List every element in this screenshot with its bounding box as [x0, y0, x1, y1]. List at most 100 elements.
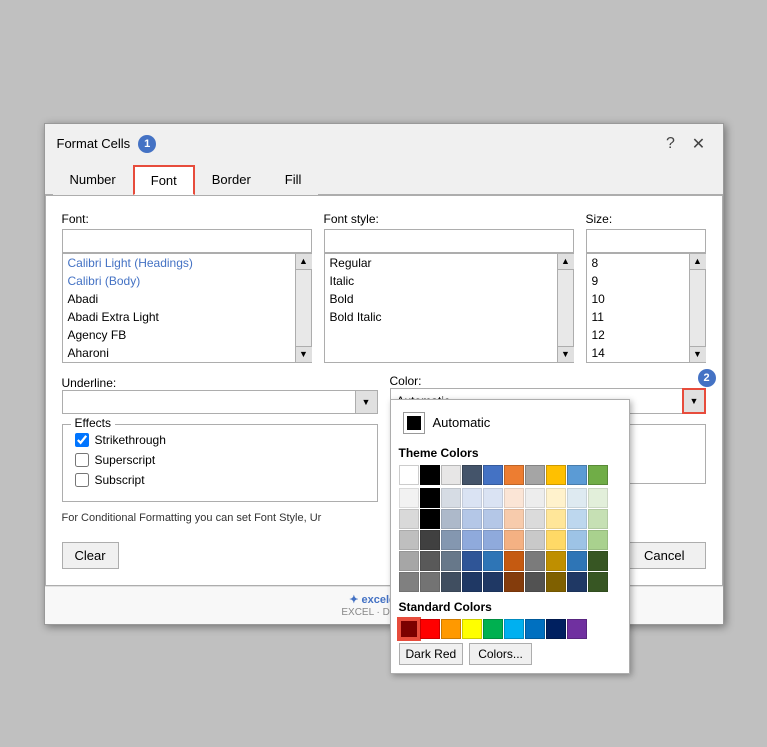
- superscript-checkbox[interactable]: [75, 453, 89, 467]
- standard-color-swatch[interactable]: [441, 619, 461, 639]
- underline-arrow-btn[interactable]: ▼: [355, 391, 377, 413]
- shade-swatch[interactable]: [504, 509, 524, 529]
- shade-swatch[interactable]: [483, 551, 503, 571]
- style-scrollbar[interactable]: ▲ ▼: [558, 253, 574, 363]
- size-list-item[interactable]: 14: [587, 344, 689, 362]
- shade-swatch[interactable]: [441, 509, 461, 529]
- shade-swatch[interactable]: [420, 551, 440, 571]
- shade-swatch[interactable]: [504, 572, 524, 592]
- tab-number[interactable]: Number: [53, 165, 133, 195]
- shade-swatch[interactable]: [588, 551, 608, 571]
- standard-color-swatch[interactable]: [462, 619, 482, 639]
- automatic-color-btn[interactable]: Automatic: [399, 408, 621, 438]
- shade-swatch[interactable]: [525, 509, 545, 529]
- shade-swatch[interactable]: [588, 509, 608, 529]
- strikethrough-checkbox[interactable]: [75, 433, 89, 447]
- shade-swatch[interactable]: [483, 572, 503, 592]
- size-list-item[interactable]: 8: [587, 254, 689, 272]
- theme-color-swatch[interactable]: [504, 465, 524, 485]
- shade-swatch[interactable]: [462, 551, 482, 571]
- theme-color-swatch[interactable]: [399, 465, 419, 485]
- font-input[interactable]: [62, 229, 312, 253]
- shade-swatch[interactable]: [525, 551, 545, 571]
- font-list-item[interactable]: Agency FB: [63, 326, 295, 344]
- theme-color-swatch[interactable]: [588, 465, 608, 485]
- theme-color-swatch[interactable]: [546, 465, 566, 485]
- shade-swatch[interactable]: [504, 551, 524, 571]
- shade-swatch[interactable]: [462, 488, 482, 508]
- standard-color-swatch[interactable]: [525, 619, 545, 639]
- theme-color-swatch[interactable]: [441, 465, 461, 485]
- shade-swatch[interactable]: [525, 572, 545, 592]
- shade-swatch[interactable]: [588, 530, 608, 550]
- color-dropdown-btn[interactable]: ▼: [683, 389, 705, 413]
- theme-color-swatch[interactable]: [462, 465, 482, 485]
- shade-swatch[interactable]: [567, 572, 587, 592]
- standard-color-swatch[interactable]: [420, 619, 440, 639]
- shade-swatch[interactable]: [420, 488, 440, 508]
- font-list-item[interactable]: Abadi Extra Light: [63, 308, 295, 326]
- help-button[interactable]: ?: [659, 132, 683, 156]
- more-colors-btn[interactable]: Colors...: [469, 643, 532, 665]
- size-listbox[interactable]: 8 9 10 11 12 14: [586, 253, 690, 363]
- shade-swatch[interactable]: [462, 530, 482, 550]
- shade-swatch[interactable]: [546, 551, 566, 571]
- standard-color-swatch[interactable]: [546, 619, 566, 639]
- shade-swatch[interactable]: [504, 488, 524, 508]
- scroll-down-arrow[interactable]: ▼: [690, 346, 706, 362]
- font-list-item[interactable]: Aharoni: [63, 344, 295, 362]
- shade-swatch[interactable]: [525, 488, 545, 508]
- style-list-item[interactable]: Regular: [325, 254, 557, 272]
- shade-swatch[interactable]: [525, 530, 545, 550]
- shade-swatch[interactable]: [567, 551, 587, 571]
- theme-color-swatch[interactable]: [567, 465, 587, 485]
- shade-swatch[interactable]: [441, 488, 461, 508]
- shade-swatch[interactable]: [546, 488, 566, 508]
- style-list-item[interactable]: Italic: [325, 272, 557, 290]
- shade-swatch[interactable]: [483, 509, 503, 529]
- font-scrollbar[interactable]: ▲ ▼: [296, 253, 312, 363]
- tab-border[interactable]: Border: [195, 165, 268, 195]
- clear-button[interactable]: Clear: [62, 542, 119, 569]
- font-style-input[interactable]: [324, 229, 574, 253]
- scroll-down-arrow[interactable]: ▼: [558, 346, 574, 362]
- shade-swatch[interactable]: [546, 509, 566, 529]
- shade-swatch[interactable]: [441, 551, 461, 571]
- cancel-button[interactable]: Cancel: [623, 542, 705, 569]
- shade-swatch[interactable]: [504, 530, 524, 550]
- tab-fill[interactable]: Fill: [268, 165, 319, 195]
- tab-font[interactable]: Font: [133, 165, 195, 195]
- shade-swatch[interactable]: [588, 488, 608, 508]
- shade-swatch[interactable]: [399, 530, 419, 550]
- theme-color-swatch[interactable]: [420, 465, 440, 485]
- shade-swatch[interactable]: [420, 509, 440, 529]
- shade-swatch[interactable]: [567, 509, 587, 529]
- size-list-item[interactable]: 10: [587, 290, 689, 308]
- scroll-up-arrow[interactable]: ▲: [296, 254, 312, 270]
- font-list-item[interactable]: Calibri Light (Headings): [63, 254, 295, 272]
- style-list-item[interactable]: Bold Italic: [325, 308, 557, 326]
- scroll-down-arrow[interactable]: ▼: [296, 346, 312, 362]
- shade-swatch[interactable]: [441, 572, 461, 592]
- size-list-item[interactable]: 11: [587, 308, 689, 326]
- shade-swatch[interactable]: [483, 488, 503, 508]
- style-list-item[interactable]: Bold: [325, 290, 557, 308]
- font-list-item[interactable]: Calibri (Body): [63, 272, 295, 290]
- underline-select[interactable]: ▼: [62, 390, 378, 414]
- underline-input[interactable]: [63, 392, 355, 412]
- scroll-up-arrow[interactable]: ▲: [558, 254, 574, 270]
- shade-swatch[interactable]: [546, 530, 566, 550]
- size-scrollbar[interactable]: ▲ ▼: [690, 253, 706, 363]
- theme-color-swatch[interactable]: [483, 465, 503, 485]
- shade-swatch[interactable]: [441, 530, 461, 550]
- standard-color-swatch[interactable]: [504, 619, 524, 639]
- standard-color-swatch[interactable]: [483, 619, 503, 639]
- shade-swatch[interactable]: [588, 572, 608, 592]
- shade-swatch[interactable]: [462, 509, 482, 529]
- close-button[interactable]: ✕: [687, 132, 711, 156]
- style-listbox[interactable]: Regular Italic Bold Bold Italic: [324, 253, 558, 363]
- font-list-item[interactable]: Abadi: [63, 290, 295, 308]
- shade-swatch[interactable]: [420, 530, 440, 550]
- theme-color-swatch[interactable]: [525, 465, 545, 485]
- shade-swatch[interactable]: [567, 530, 587, 550]
